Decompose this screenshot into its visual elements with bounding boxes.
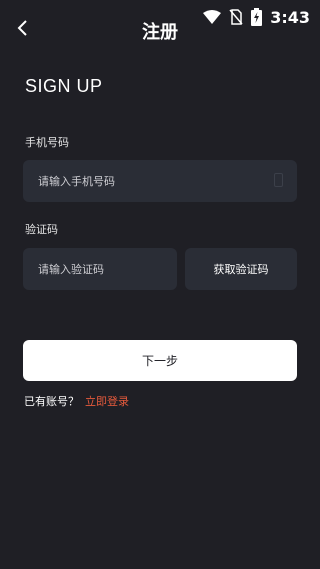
login-link[interactable]: 立即登录 <box>85 393 129 409</box>
signup-headline: SIGN UP <box>25 76 103 96</box>
phone-label: 手机号码 <box>25 136 69 149</box>
phone-icon <box>274 172 283 191</box>
login-prompt: 已有账号？ <box>24 395 79 408</box>
login-row: 已有账号？ 立即登录 <box>24 393 129 409</box>
phone-field[interactable] <box>23 160 297 202</box>
next-button[interactable]: 下一步 <box>23 340 297 381</box>
phone-input[interactable] <box>36 173 274 189</box>
get-code-button[interactable]: 获取验证码 <box>185 248 297 290</box>
code-input[interactable] <box>36 261 177 277</box>
page-title: 注册 <box>142 22 178 43</box>
code-field[interactable] <box>23 248 177 290</box>
code-label: 验证码 <box>25 223 58 236</box>
